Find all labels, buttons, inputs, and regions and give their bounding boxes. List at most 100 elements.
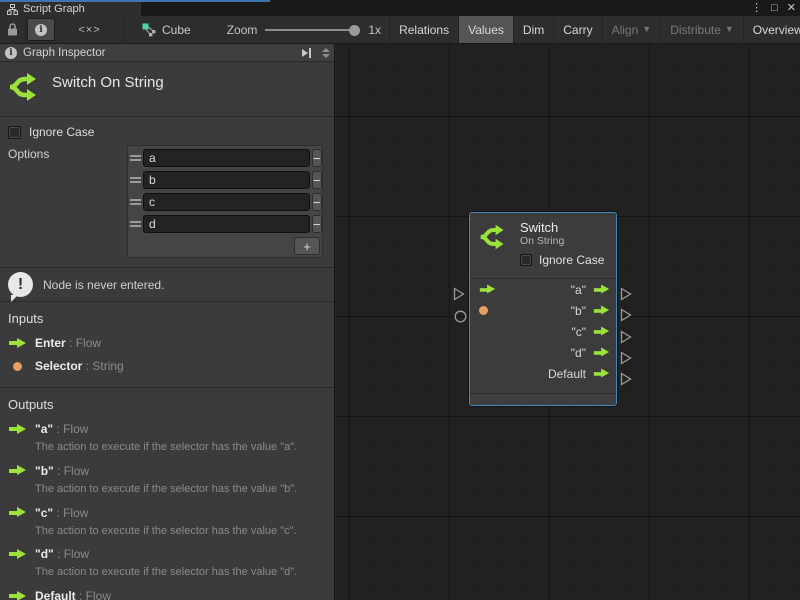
flow-arrow-icon <box>8 507 26 518</box>
graph-name-label: Cube <box>162 23 191 37</box>
unit-header: Switch On String <box>0 62 334 117</box>
edit-source-button[interactable]: <×> <box>56 16 124 43</box>
output-port-icon[interactable] <box>594 285 609 295</box>
output-connector-icon[interactable] <box>620 287 632 301</box>
flow-arrow-icon <box>8 549 26 560</box>
node-port-row: "a" <box>470 279 616 300</box>
output-port: "b" : Flow <box>8 463 326 479</box>
ignore-case-label: Ignore Case <box>29 125 94 139</box>
overview-button[interactable]: Overview <box>744 16 800 43</box>
output-port-icon[interactable] <box>594 306 609 316</box>
outputs-section: Outputs "a" : Flow The action to execute… <box>0 387 334 600</box>
enter-connector-icon[interactable] <box>453 287 465 301</box>
selector-port-icon[interactable] <box>479 306 488 315</box>
outputs-title: Outputs <box>8 397 326 412</box>
unit-title: Switch On String <box>52 71 164 91</box>
string-dot-icon <box>8 362 26 371</box>
flow-arrow-icon <box>8 465 26 476</box>
output-port-description: The action to execute if the selector ha… <box>35 525 326 539</box>
option-input[interactable] <box>143 149 310 167</box>
ignore-case-checkbox[interactable] <box>8 126 21 139</box>
node-header[interactable]: Switch On String Ignore Case <box>470 213 616 278</box>
lock-button[interactable] <box>0 16 26 43</box>
drag-handle-icon[interactable] <box>130 199 141 205</box>
output-port-description: The action to execute if the selector ha… <box>35 566 326 580</box>
add-option-button[interactable]: + <box>294 237 320 255</box>
option-row: − <box>129 191 321 213</box>
node-port-row: "d" <box>470 342 616 363</box>
graph-asset-icon <box>142 23 156 37</box>
output-port-icon[interactable] <box>594 327 609 337</box>
window-menu-icon[interactable]: ⋮ <box>751 1 762 16</box>
warning-icon: ! <box>8 272 33 297</box>
graph-canvas[interactable]: Switch On String Ignore Case "a" <box>336 44 800 600</box>
info-icon: i <box>5 47 17 59</box>
output-connector-icon[interactable] <box>620 351 632 365</box>
graph-inspector-panel: i Graph Inspector Switch On String Ignor… <box>0 44 335 600</box>
node-body: "a" "b" "c" "d" <box>470 278 616 393</box>
panel-spinner[interactable] <box>322 48 330 58</box>
node-subtitle: On String <box>520 235 608 248</box>
node-ignore-case-label: Ignore Case <box>539 253 604 267</box>
drag-handle-icon[interactable] <box>130 177 141 183</box>
output-connector-icon[interactable] <box>620 372 632 386</box>
remove-option-button[interactable]: − <box>312 215 322 233</box>
zoom-slider-track[interactable] <box>265 29 360 31</box>
distribute-dropdown[interactable]: Distribute▼ <box>661 16 744 43</box>
remove-option-button[interactable]: − <box>312 193 322 211</box>
values-button[interactable]: Values <box>459 16 514 43</box>
option-row: − <box>129 169 321 191</box>
code-icon: <×> <box>78 24 100 36</box>
output-port: "d" : Flow <box>8 546 326 562</box>
align-dropdown[interactable]: Align▼ <box>603 16 662 43</box>
window-close-icon[interactable]: ✕ <box>787 1 796 16</box>
inputs-section: Inputs Enter : Flow Selector : String <box>0 302 334 387</box>
inputs-title: Inputs <box>8 311 326 326</box>
unit-properties: Ignore Case Options − − <box>0 117 334 264</box>
option-input[interactable] <box>143 171 310 189</box>
zoom-slider[interactable] <box>265 24 360 36</box>
remove-option-button[interactable]: − <box>312 149 322 167</box>
zoom-slider-handle[interactable] <box>349 25 360 36</box>
output-port-icon[interactable] <box>594 348 609 358</box>
warning-banner: ! Node is never entered. <box>0 267 334 302</box>
node-ignore-case-checkbox[interactable] <box>520 254 532 266</box>
remove-option-button[interactable]: − <box>312 171 322 189</box>
carry-button[interactable]: Carry <box>554 16 602 43</box>
output-connector-icon[interactable] <box>620 330 632 344</box>
window-maximize-icon[interactable]: □ <box>771 1 778 16</box>
flow-arrow-icon <box>8 591 26 600</box>
script-graph-window: Script Graph ⋮ □ ✕ i <×> <box>0 0 800 600</box>
zoom-label: Zoom <box>227 23 258 37</box>
dim-button[interactable]: Dim <box>514 16 554 43</box>
option-row: − <box>129 147 321 169</box>
toolbar: i <×> Cube Zoom 1x <box>0 16 800 44</box>
chevron-down-icon: ▼ <box>642 24 651 34</box>
tab-script-graph[interactable]: Script Graph <box>0 2 141 16</box>
input-port-enter: Enter : Flow <box>8 335 326 351</box>
output-port: "a" : Flow <box>8 421 326 437</box>
flow-arrow-icon <box>8 338 26 349</box>
option-input[interactable] <box>143 193 310 211</box>
inspector-header: i Graph Inspector <box>0 44 334 62</box>
info-icon: i <box>35 24 47 36</box>
chevron-down-icon: ▼ <box>725 24 734 34</box>
output-connector-icon[interactable] <box>620 308 632 322</box>
switch-on-string-icon <box>8 71 40 103</box>
relations-button[interactable]: Relations <box>390 16 459 43</box>
drag-handle-icon[interactable] <box>130 221 141 227</box>
dock-panel-icon[interactable] <box>302 48 311 58</box>
inspector-toggle-button[interactable]: i <box>27 18 55 41</box>
drag-handle-icon[interactable] <box>130 155 141 161</box>
enter-port-icon[interactable] <box>480 285 495 295</box>
flow-arrow-icon <box>8 424 26 435</box>
graph-reference[interactable]: Cube <box>124 16 201 43</box>
switch-on-string-node[interactable]: Switch On String Ignore Case "a" <box>469 212 617 406</box>
selector-connector-icon[interactable] <box>454 310 467 323</box>
output-port-icon[interactable] <box>594 369 609 379</box>
inspector-title: Graph Inspector <box>23 47 105 59</box>
node-port-row: Default <box>470 363 616 384</box>
node-port-row: "b" <box>470 300 616 321</box>
option-input[interactable] <box>143 215 310 233</box>
node-title: Switch <box>520 220 608 235</box>
